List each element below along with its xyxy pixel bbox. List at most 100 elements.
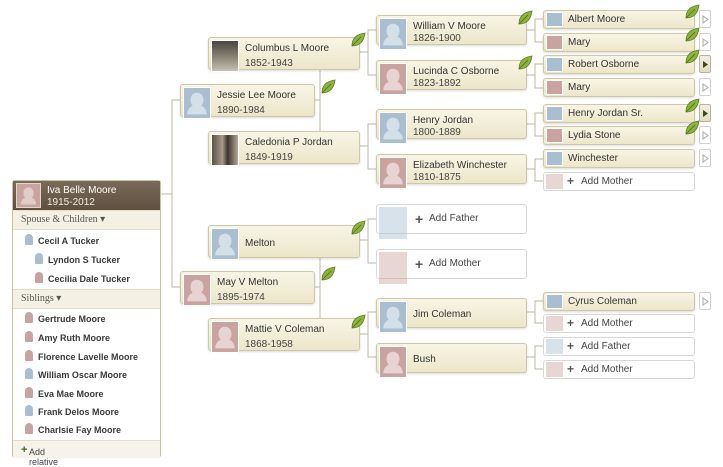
sibling-item[interactable]: Charlsie Fay Moore	[25, 423, 121, 435]
female-silhouette-icon	[546, 174, 563, 189]
siblings-toggle[interactable]: Siblings ▾	[13, 289, 160, 309]
male-silhouette-icon	[546, 106, 563, 121]
sibling-item[interactable]: Gertrude Moore	[25, 312, 106, 324]
person-card-gggp[interactable]: Cyrus Coleman	[543, 292, 695, 311]
person-card-ggp[interactable]: Henry Jordan 1800-1889	[376, 109, 527, 144]
person-dates: 1868-1958	[245, 339, 293, 350]
female-silhouette-icon	[379, 346, 407, 378]
plus-icon: +	[567, 362, 575, 376]
male-silhouette-icon	[211, 228, 239, 260]
sibling-item[interactable]: Eva Mae Moore	[25, 387, 104, 399]
male-silhouette-icon	[25, 368, 33, 379]
person-card-gggp[interactable]: Albert Moore	[543, 10, 695, 29]
leaf-hint-icon[interactable]	[517, 55, 533, 71]
person-card-gggp[interactable]: Mary	[543, 78, 695, 97]
person-card-gggp[interactable]: Henry Jordan Sr.	[543, 104, 695, 123]
sibling-name: Eva Mae Moore	[38, 389, 104, 399]
add-mother-button[interactable]: + Add Mother	[376, 249, 527, 284]
female-silhouette-icon	[25, 350, 33, 361]
person-name: Columbus L Moore	[245, 43, 330, 54]
person-card-maternal-grandmother[interactable]: Mattie V Coleman 1868-1958	[208, 318, 360, 353]
person-name: Cyrus Coleman	[568, 296, 637, 307]
person-name: Jessie Lee Moore	[217, 90, 296, 101]
person-card-maternal-grandfather[interactable]: Melton	[208, 225, 360, 260]
leaf-hint-icon[interactable]	[350, 32, 366, 48]
person-name: Winchester	[568, 153, 619, 164]
child-item[interactable]: Lyndon S Tucker	[35, 253, 120, 265]
sibling-item[interactable]: Amy Ruth Moore	[25, 331, 110, 343]
male-silhouette-icon	[546, 12, 563, 27]
expand-arrow-icon[interactable]	[699, 55, 711, 73]
female-silhouette-icon	[546, 128, 563, 143]
person-card-father[interactable]: Jessie Lee Moore 1890-1984	[180, 84, 315, 119]
sibling-item[interactable]: Frank Delos Moore	[25, 405, 119, 417]
add-father-button[interactable]: + Add Father	[376, 204, 527, 239]
leaf-hint-icon[interactable]	[684, 98, 700, 114]
sibling-item[interactable]: Florence Lavelle Moore	[25, 350, 138, 362]
sibling-name: Charlsie Fay Moore	[38, 425, 122, 435]
plus-icon: +	[415, 256, 424, 272]
person-name: William V Moore	[413, 21, 486, 32]
person-dates: 1849-1919	[245, 152, 293, 163]
leaf-hint-icon[interactable]	[517, 10, 533, 26]
male-silhouette-icon	[183, 87, 211, 119]
person-card-ggp[interactable]: William V Moore 1826-1900	[376, 15, 527, 50]
leaf-hint-icon[interactable]	[684, 4, 700, 20]
expand-arrow-icon[interactable]	[699, 149, 711, 167]
female-silhouette-icon	[546, 316, 563, 331]
expand-arrow-icon[interactable]	[699, 126, 711, 144]
person-dates: 1810-1875	[413, 172, 461, 183]
leaf-hint-icon[interactable]	[684, 27, 700, 43]
spouse-name: Cecil A Tucker	[38, 236, 100, 246]
add-mother-button[interactable]: + Add Mother	[543, 360, 695, 379]
sibling-name: Gertrude Moore	[38, 314, 106, 324]
person-card-paternal-grandfather[interactable]: Columbus L Moore 1852-1943	[208, 37, 360, 72]
child-name: Lyndon S Tucker	[48, 255, 121, 265]
female-silhouette-icon	[379, 252, 407, 284]
add-relative-button[interactable]: + Add relative	[13, 440, 160, 467]
add-father-button[interactable]: + Add Father	[543, 337, 695, 356]
focus-person-panel: Iva Belle Moore 1915-2012 Spouse & Child…	[12, 180, 161, 467]
leaf-hint-icon[interactable]	[684, 120, 700, 136]
add-mother-button[interactable]: + Add Mother	[543, 172, 695, 191]
focus-person-header[interactable]: Iva Belle Moore 1915-2012	[13, 181, 160, 211]
person-card-ggp[interactable]: Lucinda C Osborne 1823-1892	[376, 60, 527, 95]
person-card-gggp[interactable]: Lydia Stone	[543, 126, 695, 145]
female-silhouette-icon	[211, 321, 239, 353]
leaf-hint-icon[interactable]	[320, 266, 336, 282]
leaf-hint-icon[interactable]	[320, 79, 336, 95]
person-card-ggp[interactable]: Bush	[376, 343, 527, 378]
person-card-gggp[interactable]: Mary	[543, 33, 695, 52]
sibling-name: William Oscar Moore	[38, 370, 127, 380]
sibling-item[interactable]: William Oscar Moore	[25, 368, 127, 380]
female-silhouette-icon	[25, 331, 33, 342]
focus-person-name: Iva Belle Moore	[47, 185, 117, 196]
person-card-gggp[interactable]: Winchester	[543, 149, 695, 168]
child-item[interactable]: Cecilia Dale Tucker	[35, 272, 130, 284]
add-father-label: Add Father	[429, 213, 479, 224]
person-name: Lucinda C Osborne	[413, 66, 500, 77]
female-silhouette-icon	[183, 274, 211, 306]
expand-arrow-icon[interactable]	[699, 292, 711, 310]
person-name: Robert Osborne	[568, 59, 640, 70]
expand-arrow-icon[interactable]	[699, 10, 711, 28]
person-card-gggp[interactable]: Robert Osborne	[543, 55, 695, 74]
add-mother-button[interactable]: + Add Mother	[543, 314, 695, 333]
person-card-ggp[interactable]: Elizabeth Winchester 1810-1875	[376, 154, 527, 189]
expand-arrow-icon[interactable]	[699, 33, 711, 51]
person-card-mother[interactable]: May V Melton 1895-1974	[180, 271, 315, 306]
spouse-item[interactable]: Cecil A Tucker	[25, 234, 99, 246]
person-name: Jim Coleman	[413, 309, 472, 320]
male-silhouette-icon	[546, 294, 563, 309]
person-name: Elizabeth Winchester	[413, 160, 507, 171]
leaf-hint-icon[interactable]	[350, 314, 366, 330]
person-card-ggp[interactable]: Jim Coleman	[376, 298, 527, 333]
expand-arrow-icon[interactable]	[699, 78, 711, 96]
person-name: Henry Jordan Sr.	[568, 108, 644, 119]
leaf-hint-icon[interactable]	[684, 49, 700, 65]
expand-arrow-icon[interactable]	[699, 104, 711, 122]
female-silhouette-icon	[25, 423, 33, 434]
person-card-paternal-grandmother[interactable]: Caledonia P Jordan 1849-1919	[208, 131, 360, 166]
leaf-hint-icon[interactable]	[350, 220, 366, 236]
spouse-children-toggle[interactable]: Spouse & Children ▾	[13, 210, 160, 230]
